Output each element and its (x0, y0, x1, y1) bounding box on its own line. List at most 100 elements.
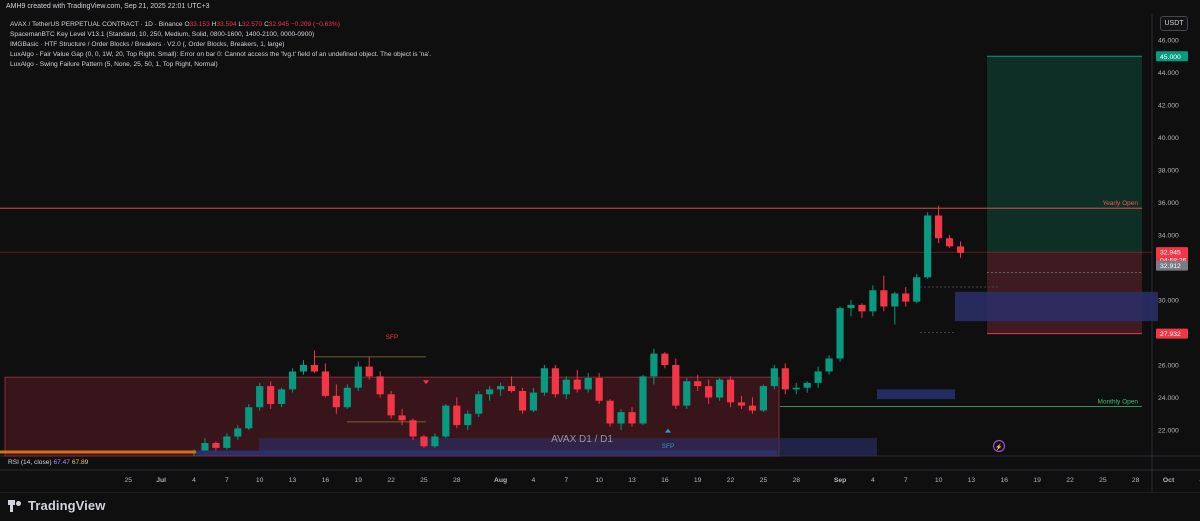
candle-body (607, 401, 614, 424)
x-tick-label: Sep (834, 477, 846, 484)
tradingview-mark-icon (8, 500, 24, 512)
candle-body (815, 372, 822, 383)
x-tick-label: 25 (125, 477, 133, 484)
candle-body (431, 437, 438, 447)
y-tick-label: 30.000 (1158, 298, 1179, 305)
candle-body (793, 388, 800, 390)
candle-body (826, 359, 833, 372)
low-value: 32.570 (242, 21, 262, 28)
rsi-ma-value: 67.89 (72, 459, 89, 466)
price-chart[interactable]: Yearly OpenMonthly OpenSFPSFPAVAX D1 / D… (0, 0, 1200, 492)
x-tick-label: Aug (494, 477, 507, 484)
high-value: 33.594 (216, 21, 236, 28)
x-tick-label: 13 (968, 477, 976, 484)
x-tick-label: 7 (904, 477, 908, 484)
x-tick-label: 10 (935, 477, 943, 484)
close-value: 32.945 (269, 21, 289, 28)
symbol-line[interactable]: AVAX / TetherUS PERPETUAL CONTRACT · 1D … (10, 20, 431, 30)
change-value: −0.209 (−0.63%) (291, 21, 340, 28)
candle-body (683, 381, 690, 405)
candle-body (541, 368, 548, 392)
chart-legend: AVAX / TetherUS PERPETUAL CONTRACT · 1D … (10, 20, 431, 70)
indicator-fvg[interactable]: LuxAlgo - Fair Value Gap (0, 0, 1W, 20, … (10, 50, 431, 60)
x-tick-label: 13 (289, 477, 297, 484)
candle-body (782, 368, 789, 389)
candle-body (858, 305, 865, 312)
y-tick-label: 40.000 (1158, 135, 1179, 142)
rsi-value: 67.47 (53, 459, 70, 466)
indicator-htf-structure[interactable]: IMGBasic · HTF Structure / Order Blocks … (10, 40, 431, 50)
candle-body (486, 389, 493, 394)
x-tick-label: 22 (387, 477, 395, 484)
candle-body (289, 372, 296, 390)
currency-button[interactable]: USDT (1160, 16, 1188, 31)
candle-body (585, 378, 592, 389)
candle-body (946, 238, 953, 246)
candle-body (245, 407, 252, 428)
symbol-watermark: AVAX D1 / D1 (551, 434, 613, 445)
price-label: 27.932 (1160, 331, 1181, 338)
candle-body (771, 368, 778, 386)
x-tick-label: 16 (661, 477, 669, 484)
candle-body (738, 402, 745, 405)
x-tick-label: 13 (628, 477, 636, 484)
tradingview-logo[interactable]: TradingView (8, 498, 105, 513)
candle-body (891, 294, 898, 307)
x-tick-label: 7 (225, 477, 229, 484)
candle-body (552, 368, 559, 394)
candle-body (727, 380, 734, 403)
price-label: 32.945 (1160, 250, 1181, 257)
symbol-title: AVAX / TetherUS PERPETUAL CONTRACT · 1D … (10, 21, 183, 28)
candle-body (409, 420, 416, 436)
candle-body (398, 415, 405, 420)
price-label: 32.912 (1160, 263, 1181, 270)
candle-body (464, 414, 471, 425)
candle-body (617, 412, 624, 423)
candle-body (311, 365, 318, 372)
indicator-key-level[interactable]: SpacemanBTC Key Level V13.1 (Standard, 1… (10, 30, 431, 40)
x-tick-label: Jul (156, 477, 166, 484)
x-tick-label: 22 (1066, 477, 1074, 484)
x-tick-label: 4 (192, 477, 196, 484)
candle-body (420, 437, 427, 447)
x-tick-label: Oct (1163, 477, 1175, 484)
candle-body (847, 305, 854, 308)
candle-body (924, 216, 931, 278)
candle-body (804, 383, 811, 388)
candle-body (508, 386, 515, 391)
order-block-zone-3 (877, 389, 955, 399)
x-tick-label: 19 (694, 477, 702, 484)
candle-body (880, 290, 887, 306)
order-block-zone-2 (955, 292, 1158, 321)
footer-bar (0, 492, 1200, 521)
candle-body (913, 277, 920, 301)
x-tick-label: 16 (322, 477, 330, 484)
x-tick-label: 4 (871, 477, 875, 484)
lightning-icon: ⚡ (995, 443, 1002, 451)
candle-body (650, 354, 657, 377)
candle-body (278, 389, 285, 404)
candle-body (661, 354, 668, 365)
candle-body (234, 428, 241, 436)
y-tick-label: 38.000 (1158, 168, 1179, 175)
candle-body (212, 443, 219, 448)
y-tick-label: 24.000 (1158, 395, 1179, 402)
candle-body (935, 216, 942, 239)
y-tick-label: 44.000 (1158, 70, 1179, 77)
level-label: Monthly Open (1098, 399, 1139, 406)
candle-body (869, 290, 876, 311)
candle-body (836, 308, 843, 358)
y-tick-label: 22.000 (1158, 428, 1179, 435)
candle-body (322, 372, 329, 396)
x-tick-label: 7 (564, 477, 568, 484)
candle-body (574, 380, 581, 390)
sfp-label: SFP (386, 334, 399, 341)
candle-body (596, 378, 603, 401)
y-tick-label: 42.000 (1158, 103, 1179, 110)
sfp-label: SFP (662, 443, 675, 450)
indicator-sfp[interactable]: LuxAlgo - Swing Failure Pattern (5, None… (10, 60, 431, 70)
candle-body (300, 365, 307, 372)
x-tick-label: 28 (453, 477, 461, 484)
candle-body (760, 386, 767, 410)
rsi-legend[interactable]: RSI (14, close) 67.47 67.89 (8, 459, 88, 466)
